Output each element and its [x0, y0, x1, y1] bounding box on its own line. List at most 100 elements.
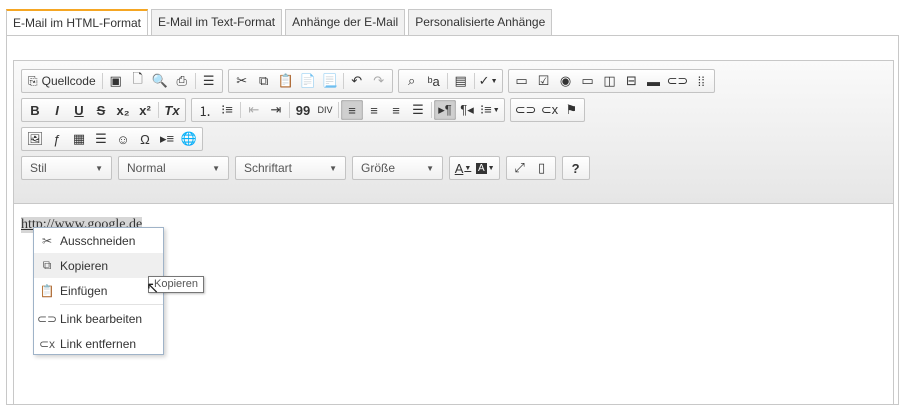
- mouse-cursor-icon: ↖: [146, 280, 160, 297]
- color-group: A ▼ A ▼: [449, 156, 500, 180]
- special-char-icon[interactable]: Ω: [134, 129, 156, 149]
- outdent-icon[interactable]: ⇤: [243, 100, 265, 120]
- align-center-icon[interactable]: ≡: [363, 100, 385, 120]
- tab-bar: E-Mail im HTML-Format E-Mail im Text-For…: [6, 9, 553, 37]
- smiley-icon[interactable]: ☺: [112, 129, 134, 149]
- redo-icon[interactable]: ↷: [368, 71, 390, 91]
- insert-group: 🖼 ƒ ▦ ☰ ☺ Ω ▸≡ 🌐: [21, 127, 203, 151]
- text-color-icon[interactable]: A ▼: [452, 158, 474, 178]
- hidden-field-icon[interactable]: ⁞⁞: [690, 71, 712, 91]
- textarea-icon[interactable]: ◫: [599, 71, 621, 91]
- radio-icon[interactable]: ◉: [555, 71, 577, 91]
- cut-icon[interactable]: ✂: [231, 71, 253, 91]
- link-icon[interactable]: ⊂⊃: [513, 100, 539, 120]
- page-break-icon[interactable]: ▸≡: [156, 129, 178, 149]
- div-container-icon[interactable]: DIV: [314, 100, 336, 120]
- context-item-copy[interactable]: ⧉ Kopieren: [34, 253, 163, 278]
- templates-icon[interactable]: ☰: [198, 71, 220, 91]
- image-button-icon[interactable]: ⊂⊃: [665, 71, 691, 91]
- checkbox-icon[interactable]: ☑: [533, 71, 555, 91]
- numbered-list-icon[interactable]: ⒈: [194, 100, 216, 120]
- chevron-down-icon: ▼: [95, 163, 103, 173]
- anchor-flag-icon[interactable]: ⚑: [560, 100, 582, 120]
- editor-toolbar: ⎘ Quellcode ▣ 🗋 🔍 ⎙ ☰ ✂ ⧉ 📋 📄 📃 ↶ ↷ ⌕ ᵇa…: [14, 61, 893, 204]
- strike-button[interactable]: S: [90, 100, 112, 120]
- save-icon[interactable]: ▣: [105, 71, 127, 91]
- maximize-icon[interactable]: ⤢: [509, 158, 531, 178]
- source-icon: ⎘: [28, 73, 38, 88]
- source-group: ⎘ Quellcode ▣ 🗋 🔍 ⎙ ☰: [21, 69, 223, 93]
- unlink-icon: ⊂x: [38, 336, 56, 351]
- replace-icon[interactable]: ᵇa: [423, 71, 445, 91]
- context-menu: ✂ Ausschneiden ⧉ Kopieren 📋 Einfügen ⊂⊃ …: [33, 227, 164, 355]
- spellcheck-icon[interactable]: ✓ ▼: [477, 71, 500, 91]
- help-group: ?: [561, 156, 590, 180]
- context-item-cut[interactable]: ✂ Ausschneiden: [34, 228, 163, 253]
- iframe-globe-icon[interactable]: 🌐: [178, 129, 200, 149]
- blockquote-button[interactable]: 99: [292, 100, 314, 120]
- context-item-paste[interactable]: 📋 Einfügen: [34, 278, 163, 303]
- paste-word-icon[interactable]: 📃: [319, 71, 341, 91]
- remove-format-button[interactable]: Tx: [161, 100, 183, 120]
- superscript-button[interactable]: x²: [134, 100, 156, 120]
- chevron-down-icon: ▼: [426, 163, 434, 173]
- size-select[interactable]: Größe ▼: [352, 156, 443, 180]
- context-item-remove-link[interactable]: ⊂x Link entfernen: [34, 331, 163, 356]
- html-editor: ⎘ Quellcode ▣ 🗋 🔍 ⎙ ☰ ✂ ⧉ 📋 📄 📃 ↶ ↷ ⌕ ᵇa…: [13, 60, 894, 405]
- chevron-down-icon: ▼: [212, 163, 220, 173]
- background-color-icon[interactable]: A ▼: [474, 158, 497, 178]
- image-icon[interactable]: 🖼: [24, 129, 46, 149]
- button-icon[interactable]: ▬: [643, 71, 665, 91]
- paragraph-group: ⒈ ⁝≡ ⇤ ⇥ 99 DIV ≡ ≡ ≡ ☰ ▸¶ ¶◂ ⁝≡ ▼: [191, 98, 505, 122]
- bulleted-list-icon[interactable]: ⁝≡: [216, 100, 238, 120]
- forms-group: ▭ ☑ ◉ ▭ ◫ ⊟ ▬ ⊂⊃ ⁞⁞: [507, 69, 716, 93]
- print-icon[interactable]: ⎙: [171, 71, 193, 91]
- chevron-down-icon: ▼: [329, 163, 337, 173]
- new-page-icon[interactable]: 🗋: [127, 71, 149, 91]
- clipboard-group: ✂ ⧉ 📋 📄 📃 ↶ ↷: [227, 69, 393, 93]
- tab-html-format[interactable]: E-Mail im HTML-Format: [6, 9, 148, 37]
- view-group: ⤢ ▯: [505, 156, 556, 180]
- find-icon[interactable]: ⌕: [401, 71, 423, 91]
- justify-icon[interactable]: ☰: [407, 100, 429, 120]
- tab-text-format[interactable]: E-Mail im Text-Format: [151, 9, 283, 35]
- help-button[interactable]: ?: [565, 158, 587, 178]
- select-field-icon[interactable]: ⊟: [621, 71, 643, 91]
- horizontal-line-icon[interactable]: ☰: [90, 129, 112, 149]
- link-icon: ⊂⊃: [36, 311, 58, 326]
- subscript-button[interactable]: x₂: [112, 100, 134, 120]
- tab-attachments[interactable]: Anhänge der E-Mail: [285, 9, 406, 35]
- preview-icon[interactable]: 🔍: [149, 71, 171, 91]
- ltr-icon[interactable]: ▸¶: [434, 100, 456, 120]
- clipboard-icon: 📋: [39, 283, 55, 298]
- tab-personalized-attachments[interactable]: Personalisierte Anhänge: [408, 9, 553, 35]
- align-left-icon[interactable]: ≡: [341, 100, 363, 120]
- table-icon[interactable]: ▦: [68, 129, 90, 149]
- italic-button[interactable]: I: [46, 100, 68, 120]
- underline-button[interactable]: U: [68, 100, 90, 120]
- show-blocks-icon[interactable]: ▯: [531, 158, 553, 178]
- paste-text-icon[interactable]: 📄: [297, 71, 319, 91]
- flash-icon[interactable]: ƒ: [46, 129, 68, 149]
- scissors-icon: ✂: [41, 233, 53, 248]
- align-right-icon[interactable]: ≡: [385, 100, 407, 120]
- textfield-icon[interactable]: ▭: [577, 71, 599, 91]
- indent-icon[interactable]: ⇥: [265, 100, 287, 120]
- format-select[interactable]: Normal ▼: [118, 156, 229, 180]
- language-icon[interactable]: ⁝≡ ▼: [478, 100, 502, 120]
- paste-icon[interactable]: 📋: [275, 71, 297, 91]
- select-all-icon[interactable]: ▤: [450, 71, 472, 91]
- undo-icon[interactable]: ↶: [346, 71, 368, 91]
- copy-icon: ⧉: [42, 258, 52, 272]
- style-select[interactable]: Stil ▼: [21, 156, 112, 180]
- source-button[interactable]: ⎘ Quellcode: [24, 71, 100, 91]
- rtl-icon[interactable]: ¶◂: [456, 100, 478, 120]
- copy-icon[interactable]: ⧉: [253, 71, 275, 91]
- links-group: ⊂⊃ ⊂x ⚑: [509, 98, 586, 122]
- bold-button[interactable]: B: [24, 100, 46, 120]
- font-select[interactable]: Schriftart ▼: [235, 156, 346, 180]
- find-group: ⌕ ᵇa ▤ ✓ ▼: [397, 69, 503, 93]
- form-icon[interactable]: ▭: [511, 71, 533, 91]
- unlink-icon[interactable]: ⊂x: [538, 100, 560, 120]
- context-item-edit-link[interactable]: ⊂⊃ Link bearbeiten: [34, 306, 163, 331]
